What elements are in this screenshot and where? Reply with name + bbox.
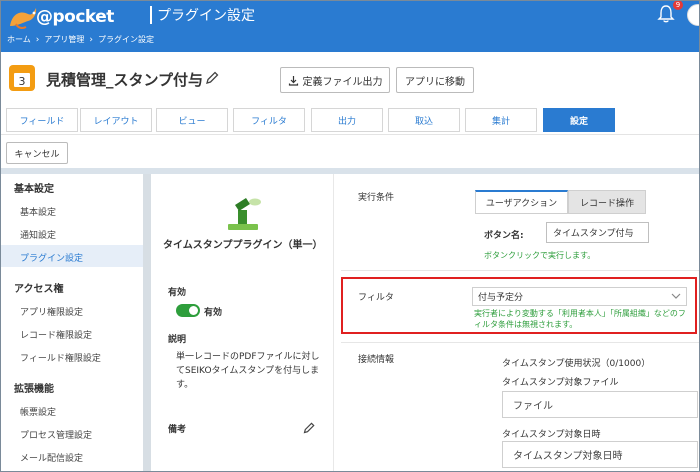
tab-aggregate[interactable]: 集計 xyxy=(465,108,537,132)
description-label: 説明 xyxy=(168,335,187,345)
sidebar-item-process-settings[interactable]: プロセス管理設定 xyxy=(20,428,92,441)
sidebar-item-plugin-settings[interactable]: プラグイン設定 xyxy=(20,251,83,264)
target-date-field[interactable]: タイムスタンプ対象日時 xyxy=(502,441,698,468)
stamp-icon xyxy=(228,198,261,230)
plugin-description: 単一レコードのPDFファイルに対してSEIKOタイムスタンプを付与します。 xyxy=(176,352,320,390)
sidebar-item-mail-settings[interactable]: メール配信設定 xyxy=(20,451,83,464)
connection-label: 接続情報 xyxy=(358,355,395,365)
pencil-icon[interactable] xyxy=(205,71,219,85)
tab-user-action[interactable]: ユーザアクション xyxy=(475,190,568,214)
sidebar-section-extensions: 拡張機能 xyxy=(14,384,54,395)
top-bar: @pocket プラグイン設定 ホーム › アプリ管理 › プラグイン設定 9 xyxy=(0,0,700,52)
target-file-field[interactable]: ファイル xyxy=(502,391,698,418)
tab-import[interactable]: 取込 xyxy=(388,108,460,132)
export-definition-button[interactable]: 定義ファイル出力 xyxy=(280,67,390,93)
tab-settings[interactable]: 設定 xyxy=(543,108,615,132)
brand-name[interactable]: @pocket xyxy=(36,7,114,27)
tab-filter[interactable]: フィルタ xyxy=(233,108,305,132)
sidebar-scrollbar[interactable] xyxy=(143,174,151,472)
tab-output[interactable]: 出力 xyxy=(311,108,383,132)
settings-tabs: フィールド レイアウト ビュー フィルタ 出力 取込 集計 設定 xyxy=(0,108,700,132)
sidebar-item-notification-settings[interactable]: 通知設定 xyxy=(20,228,56,241)
sidebar-item-app-permissions[interactable]: アプリ権限設定 xyxy=(20,305,83,318)
download-icon xyxy=(288,75,298,86)
usage-status: タイムスタンプ使用状況（0/1000） xyxy=(502,359,651,369)
sidebar-section-access: アクセス権 xyxy=(14,284,64,295)
enabled-label: 有効 xyxy=(168,288,187,298)
target-date-label: タイムスタンプ対象日時 xyxy=(502,430,601,440)
calendar-day: 3 xyxy=(19,75,26,88)
note-label: 備考 xyxy=(168,425,187,435)
sidebar-item-basic-settings[interactable]: 基本設定 xyxy=(20,205,56,218)
enabled-toggle[interactable] xyxy=(176,304,200,317)
title-separator xyxy=(150,6,152,24)
breadcrumb: ホーム › アプリ管理 › プラグイン設定 xyxy=(7,34,154,45)
sidebar-section-basic: 基本設定 xyxy=(14,184,54,195)
button-hint: ボタンクリックで実行します。 xyxy=(484,251,596,260)
tab-fields[interactable]: フィールド xyxy=(6,108,78,132)
page-title: プラグイン設定 xyxy=(157,8,255,24)
filter-hint: 実行者により変動する「利用者本人」「所属組織」などのフィルタ条件は無視されます。 xyxy=(474,309,686,329)
section-divider xyxy=(341,342,700,343)
plugin-name: タイムスタンププラグイン（単一） xyxy=(163,240,323,251)
button-name-label: ボタン名: xyxy=(484,231,524,241)
tabs-divider xyxy=(0,134,700,135)
sidebar-item-report-settings[interactable]: 帳票設定 xyxy=(20,405,56,418)
tab-layout[interactable]: レイアウト xyxy=(80,108,152,132)
chevron-right-icon: › xyxy=(35,34,40,45)
app-name: 見積管理_スタンプ付与 xyxy=(46,71,204,89)
filter-select[interactable]: 付与予定分 xyxy=(472,287,687,306)
sidebar-item-field-permissions[interactable]: フィールド権限設定 xyxy=(20,351,101,364)
tab-record-operation[interactable]: レコード操作 xyxy=(568,190,646,214)
pencil-icon[interactable] xyxy=(303,422,315,434)
bell-icon[interactable] xyxy=(657,4,675,24)
toggle-state-label: 有効 xyxy=(204,308,223,318)
chevron-down-icon[interactable] xyxy=(671,292,681,300)
cancel-button[interactable]: キャンセル xyxy=(6,142,68,164)
chevron-right-icon: › xyxy=(89,34,93,45)
export-definition-label: 定義ファイル出力 xyxy=(302,76,383,88)
sidebar-item-record-permissions[interactable]: レコード権限設定 xyxy=(20,328,92,341)
breadcrumb-home[interactable]: ホーム xyxy=(7,34,31,45)
filter-label: フィルタ xyxy=(358,293,394,303)
calendar-icon: 3 xyxy=(9,65,35,91)
breadcrumb-plugin-settings: プラグイン設定 xyxy=(97,35,154,44)
avatar[interactable] xyxy=(687,4,700,26)
tab-view[interactable]: ビュー xyxy=(156,108,228,132)
button-name-input[interactable]: タイムスタンプ付与 xyxy=(546,222,649,243)
section-divider xyxy=(341,270,700,271)
notification-badge: 9 xyxy=(673,0,683,10)
condition-label: 実行条件 xyxy=(358,193,395,203)
breadcrumb-app-management[interactable]: アプリ管理 xyxy=(44,34,84,45)
move-to-app-button[interactable]: アプリに移動 xyxy=(396,67,474,93)
target-file-label: タイムスタンプ対象ファイル xyxy=(502,378,619,388)
